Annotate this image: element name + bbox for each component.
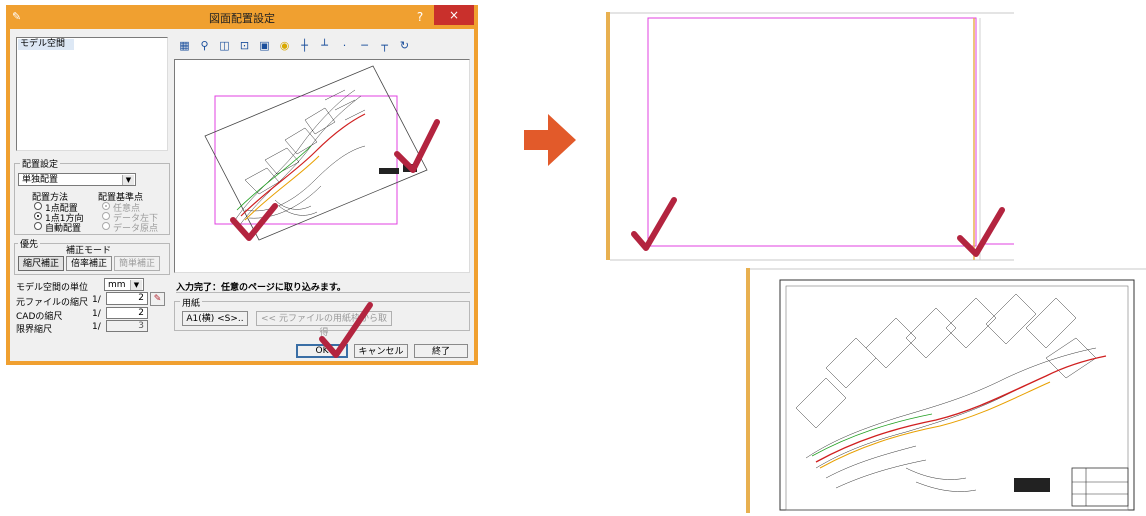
reference-option-label: データ原点 [113,224,159,234]
source-scale-prefix: 1/ [92,295,101,305]
placed-drawing [746,268,1146,513]
arrow-right-icon [524,114,576,166]
radio-method-3[interactable] [34,222,42,230]
drawing-border [779,279,1135,511]
preview-canvas[interactable] [174,59,470,273]
select-icon[interactable]: ▣ [256,37,273,54]
rotate-icon[interactable]: ↻ [396,37,413,54]
road-offset [236,145,312,211]
priority-title: 優先 [18,237,41,250]
radio-reference-3[interactable] [102,222,110,230]
close-button[interactable]: × [434,5,474,25]
title-block [379,168,399,174]
drawing-preview [204,65,440,241]
cad-scale-field[interactable]: 2 [106,307,148,319]
title-bar[interactable]: ✎ 図面配置設定 ? × [6,5,478,29]
chevron-down-icon: ▼ [122,175,134,185]
status-message: 入力完了：任意のページに取り込みます。 [176,280,470,293]
limit-scale-prefix: 1/ [92,322,101,332]
scale-correction-button[interactable]: 縮尺補正 [18,256,64,271]
dialog-client-area: モデル空間 配置設定 単独配置 ▼ 配置方法 配置基準点 1点配置 1点1方向 … [10,29,474,361]
preview-toolbar: ▦ ⚲ ◫ ⊡ ▣ ◉ ┼ ┴ · ─ ┬ ↻ [176,37,466,57]
check-mark [394,119,440,173]
empty-sheet-preview [604,12,1014,262]
source-scale-label: 元ファイルの縮尺 [16,298,89,308]
layout-mode-select[interactable]: 単独配置 ▼ [18,173,136,186]
drawing-frame [204,65,428,241]
cad-scale-label: CADの縮尺 [16,312,63,322]
point-icon[interactable]: ┼ [296,37,313,54]
fit-icon[interactable]: ⊡ [236,37,253,54]
radio-method-2[interactable] [34,212,42,220]
road-edge [244,155,320,221]
correction-mode-label: 補正モード [66,246,112,256]
title-block [1014,478,1050,492]
paper-frame [647,17,977,247]
method-option-label: 自動配置 [45,224,82,234]
list-item-model-space[interactable]: モデル空間 [18,39,74,50]
limit-scale-label: 限界縮尺 [16,325,53,335]
check-mark [319,302,373,358]
layer-icon[interactable]: ▦ [176,37,193,54]
dialog-window: ✎ 図面配置設定 ? × モデル空間 配置設定 単独配置 ▼ 配置方法 配置基準… [6,5,478,365]
paper-size-button[interactable]: A1(横) <S>.. [182,311,248,326]
unit-label: モデル空間の単位 [16,283,89,293]
unit-select[interactable]: mm ▼ [104,278,144,291]
paper-title: 用紙 [180,296,203,309]
simple-correction-button[interactable]: 簡単補正 [114,256,160,271]
radio-reference-1[interactable] [102,202,110,210]
pick-scale-icon[interactable]: ✎ [150,292,165,306]
placed-drawing-preview [746,268,1146,513]
chevron-down-icon: ▼ [130,280,142,290]
cad-scale-prefix: 1/ [92,309,101,319]
point-dot-icon[interactable]: · [336,37,353,54]
zoom-window-icon[interactable]: ◫ [216,37,233,54]
line-icon[interactable]: ─ [356,37,373,54]
help-button[interactable]: ? [411,8,429,26]
bulb-icon[interactable]: ◉ [276,37,293,54]
ratio-correction-button[interactable]: 倍率補正 [66,256,112,271]
map-linework [234,89,366,227]
radio-method-1[interactable] [34,202,42,210]
dialog-title: 図面配置設定 [209,12,275,25]
radio-reference-2[interactable] [102,212,110,220]
limit-scale-field[interactable]: 3 [106,320,148,332]
zoom-icon[interactable]: ⚲ [196,37,213,54]
source-scale-field[interactable]: 2 [106,292,148,305]
exit-button[interactable]: 終了 [414,344,468,358]
model-space-list[interactable]: モデル空間 [16,37,168,151]
layout-settings-title: 配置設定 [20,157,61,170]
sheet-outline [606,12,1014,261]
line-h-icon[interactable]: ┴ [316,37,333,54]
line-under-icon[interactable]: ┬ [376,37,393,54]
